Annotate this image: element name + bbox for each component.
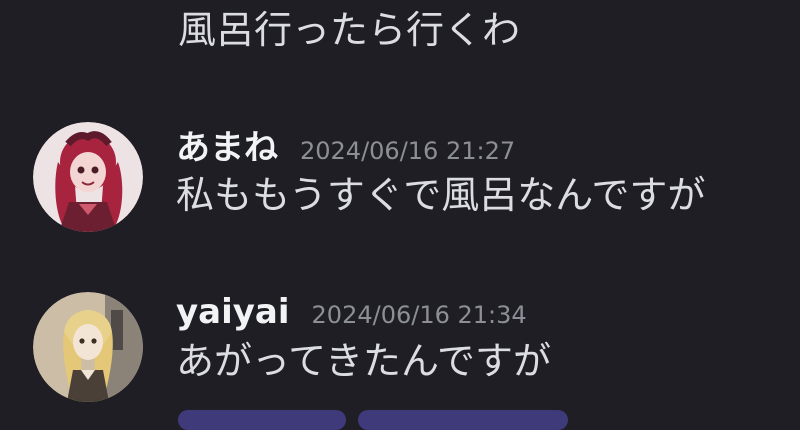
message-text: 私ももうすぐで風呂なんですが: [176, 173, 706, 217]
message-timestamp: 2024/06/16 21:27: [300, 137, 516, 165]
message-text: 風呂行ったら行くわ: [178, 8, 521, 52]
message-text: あがってきたんですが: [176, 339, 552, 383]
message-header: yaiyai 2024/06/16 21:34: [176, 292, 527, 332]
reaction-button[interactable]: [178, 410, 346, 430]
user-avatar[interactable]: [33, 292, 143, 402]
author-name[interactable]: あまね: [176, 120, 278, 169]
user-avatar[interactable]: [33, 122, 143, 232]
reaction-button[interactable]: [358, 410, 568, 430]
message-header: あまね 2024/06/16 21:27: [176, 120, 515, 169]
author-name[interactable]: yaiyai: [176, 292, 290, 332]
avatar-blonde-photo-icon: [33, 292, 143, 402]
message-timestamp: 2024/06/16 21:34: [311, 301, 527, 329]
chat-area: 風呂行ったら行くわ あまね 2024/06/16 21:27 私ももうすぐで風呂…: [0, 0, 800, 430]
avatar-red-hair-girl-icon: [33, 122, 143, 232]
